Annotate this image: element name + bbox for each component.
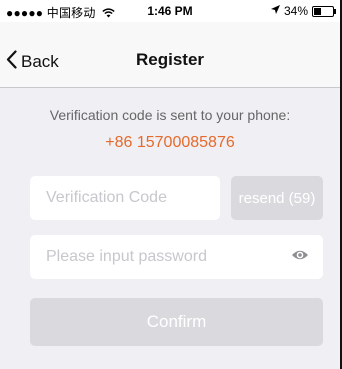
confirm-button[interactable]: Confirm bbox=[30, 298, 323, 346]
status-bar: ●●●●● 中国移动 1:46 PM 34% bbox=[0, 0, 340, 22]
battery-icon bbox=[312, 5, 336, 17]
page-title: Register bbox=[135, 50, 205, 69]
eye-icon[interactable] bbox=[291, 248, 309, 267]
location-icon bbox=[270, 4, 280, 18]
verification-code-input[interactable] bbox=[44, 188, 220, 208]
verification-info-text: Verification code is sent to your phone: bbox=[49, 107, 291, 123]
phone-number: +86 15700085876 bbox=[105, 134, 235, 151]
status-right: 34% bbox=[270, 4, 336, 18]
app-frame: ●●●●● 中国移动 1:46 PM 34% Back Register Ver… bbox=[0, 0, 342, 369]
navigation-bar: Back Register bbox=[0, 22, 340, 88]
verification-code-field[interactable] bbox=[30, 176, 220, 220]
password-field[interactable] bbox=[30, 235, 323, 279]
password-input[interactable] bbox=[44, 247, 283, 267]
battery-percent: 34% bbox=[283, 4, 308, 18]
resend-button[interactable]: resend (59) bbox=[231, 176, 323, 220]
